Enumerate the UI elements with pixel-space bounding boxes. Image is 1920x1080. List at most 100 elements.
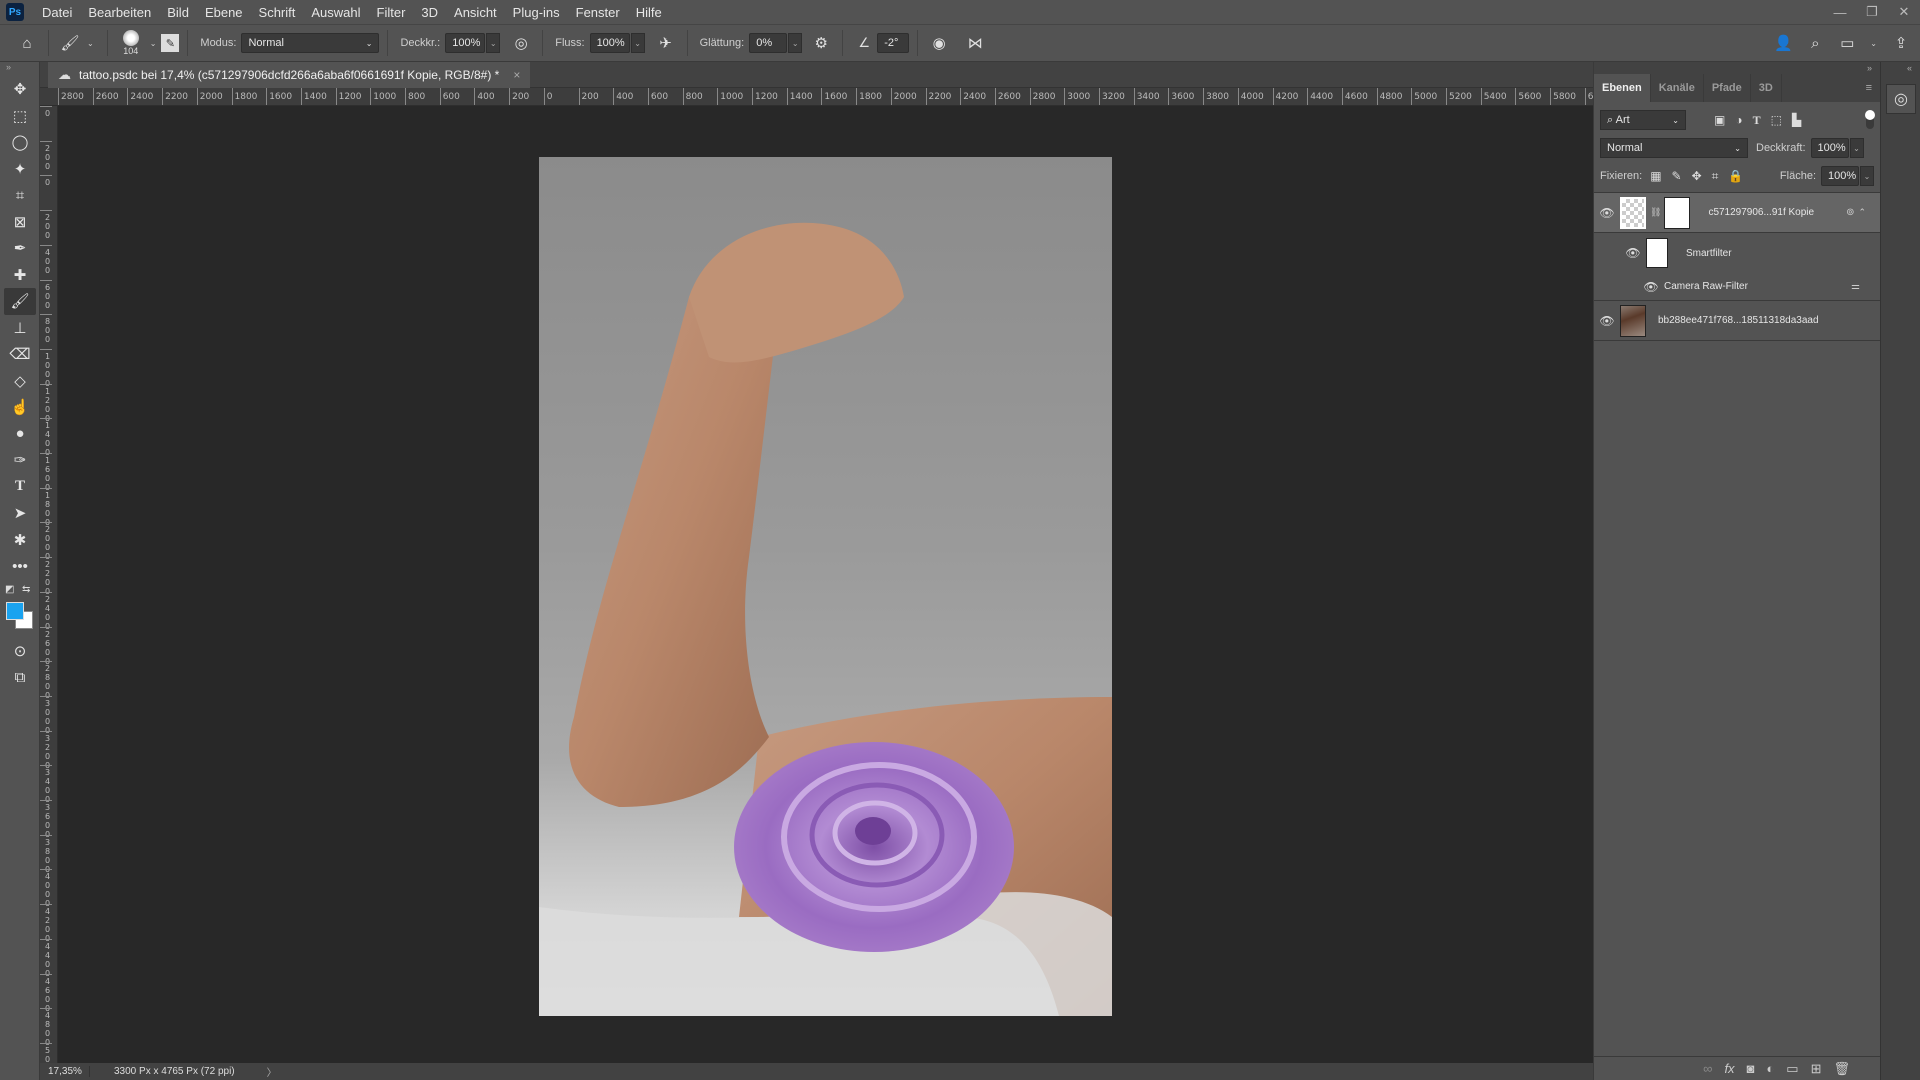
smoothing-input[interactable]: 0% bbox=[749, 33, 788, 53]
brush-tool-preset-icon[interactable]: 🖌 bbox=[57, 30, 83, 56]
marquee-tool-icon[interactable]: ⬚ bbox=[4, 103, 36, 130]
lock-transparency-icon[interactable]: ▦ bbox=[1650, 169, 1661, 184]
canvas-workspace[interactable] bbox=[58, 106, 1593, 1063]
collapse-effects-icon[interactable]: ⌃ bbox=[1858, 207, 1866, 218]
panel-menu-icon[interactable]: ≡ bbox=[1866, 74, 1880, 102]
screen-mode-icon[interactable]: ⧉ bbox=[4, 664, 36, 691]
menu-auswahl[interactable]: Auswahl bbox=[303, 5, 368, 20]
visibility-eye-icon[interactable]: 👁 bbox=[1638, 280, 1664, 294]
vertical-ruler[interactable]: 0 200 0 200 400 600 800 1000 1200 1400 1600 1800 200… bbox=[40, 106, 58, 1063]
link-layers-icon[interactable]: ∞ bbox=[1703, 1061, 1712, 1076]
eraser-tool-icon[interactable]: ⌫ bbox=[4, 341, 36, 368]
document-canvas[interactable] bbox=[539, 157, 1112, 1016]
chevron-down-icon[interactable]: ⌄ bbox=[1870, 39, 1877, 48]
camera-aperture-icon[interactable]: ◎ bbox=[1886, 84, 1916, 114]
move-tool-icon[interactable]: ✥ bbox=[4, 76, 36, 103]
flow-input[interactable]: 100% bbox=[589, 33, 630, 53]
strip-collapse-icon[interactable]: « bbox=[1881, 62, 1920, 74]
smart-filter-mask-thumbnail[interactable] bbox=[1646, 238, 1668, 268]
tab-pfade[interactable]: Pfade bbox=[1704, 74, 1751, 102]
lock-all-icon[interactable]: 🔒 bbox=[1728, 169, 1743, 184]
smoothing-dropdown[interactable]: ⌄ bbox=[788, 33, 803, 53]
visibility-eye-icon[interactable]: 👁 bbox=[1620, 246, 1646, 260]
default-colors-icon[interactable]: ◩ bbox=[5, 584, 14, 595]
visibility-eye-icon[interactable]: 👁 bbox=[1594, 314, 1620, 328]
clone-stamp-tool-icon[interactable]: ⊥ bbox=[4, 315, 36, 342]
close-document-icon[interactable]: × bbox=[513, 68, 520, 82]
menu-hilfe[interactable]: Hilfe bbox=[628, 5, 670, 20]
layer-opacity-dropdown[interactable]: ⌄ bbox=[1849, 138, 1864, 158]
adjustment-layer-filter-icon[interactable]: ◑ bbox=[1735, 113, 1742, 128]
menu-plugins[interactable]: Plug-ins bbox=[505, 5, 568, 20]
custom-shape-tool-icon[interactable]: ✱ bbox=[4, 527, 36, 554]
adjustment-layer-icon[interactable]: ◐ bbox=[1766, 1061, 1774, 1076]
chevron-down-icon[interactable]: ⌄ bbox=[87, 39, 94, 48]
crop-tool-icon[interactable]: ⌗ bbox=[4, 182, 36, 209]
status-menu-arrow[interactable]: 〉 bbox=[267, 1064, 277, 1079]
home-icon[interactable]: ⌂ bbox=[14, 30, 40, 56]
frame-tool-icon[interactable]: ⊠ bbox=[4, 209, 36, 236]
foreground-color-swatch[interactable] bbox=[6, 601, 24, 620]
fill-dropdown[interactable]: ⌄ bbox=[1860, 166, 1874, 186]
share-user-icon[interactable]: 👤 bbox=[1770, 30, 1796, 56]
airbrush-icon[interactable]: ✈ bbox=[653, 30, 679, 56]
search-icon[interactable]: ⌕ bbox=[1802, 30, 1828, 56]
new-layer-icon[interactable]: ⊞ bbox=[1811, 1061, 1822, 1077]
lock-position-icon[interactable]: ✥ bbox=[1692, 169, 1702, 184]
symmetry-butterfly-icon[interactable]: ⋈ bbox=[962, 30, 988, 56]
chevron-down-icon[interactable]: ⌄ bbox=[150, 39, 157, 48]
menu-datei[interactable]: Datei bbox=[34, 5, 80, 20]
type-tool-icon[interactable]: T bbox=[4, 474, 36, 501]
type-layer-filter-icon[interactable]: T bbox=[1753, 113, 1761, 128]
opacity-dropdown[interactable]: ⌄ bbox=[486, 33, 501, 53]
paint-bucket-tool-icon[interactable]: ◇ bbox=[4, 368, 36, 395]
panel-collapse-icon[interactable]: » bbox=[1594, 62, 1880, 74]
layer-filter-select[interactable]: ⌕ Art ⌄ bbox=[1600, 110, 1686, 130]
new-group-icon[interactable]: ▭ bbox=[1786, 1061, 1798, 1077]
healing-brush-tool-icon[interactable]: ✚ bbox=[4, 262, 36, 289]
smudge-tool-icon[interactable]: ☝ bbox=[4, 394, 36, 421]
layer-mask-thumbnail[interactable] bbox=[1664, 196, 1691, 229]
quick-mask-icon[interactable]: ⊙ bbox=[4, 638, 36, 665]
workspace-icon[interactable]: ▭ bbox=[1834, 30, 1860, 56]
add-mask-icon[interactable]: ◙ bbox=[1747, 1061, 1755, 1076]
menu-3d[interactable]: 3D bbox=[413, 5, 446, 20]
layer-opacity-input[interactable]: 100% bbox=[1810, 138, 1849, 158]
smart-object-filter-icon[interactable]: ▙ bbox=[1792, 113, 1801, 128]
lasso-tool-icon[interactable]: ◯ bbox=[4, 129, 36, 156]
opacity-input[interactable]: 100% bbox=[445, 33, 486, 53]
lock-pixels-icon[interactable]: ✎ bbox=[1672, 169, 1682, 184]
mode-select[interactable]: Normal ⌄ bbox=[241, 33, 380, 53]
brush-size-picker[interactable]: 104 bbox=[116, 30, 146, 56]
minimize-button[interactable]: — bbox=[1824, 0, 1856, 24]
filter-blending-options-icon[interactable]: ⚌ bbox=[1851, 281, 1860, 292]
fill-input[interactable]: 100% bbox=[1821, 166, 1859, 186]
blend-mode-select[interactable]: Normal ⌄ bbox=[1600, 138, 1748, 158]
filter-toggle[interactable] bbox=[1865, 110, 1875, 129]
eyedropper-tool-icon[interactable]: ✒ bbox=[4, 235, 36, 262]
brush-settings-panel-icon[interactable]: ✎ bbox=[161, 34, 180, 52]
tab-ebenen[interactable]: Ebenen bbox=[1594, 74, 1651, 102]
filter-row-camera-raw[interactable]: 👁 Camera Raw-Filter ⚌ bbox=[1594, 273, 1880, 301]
visibility-eye-icon[interactable]: 👁 bbox=[1594, 206, 1620, 220]
layer-style-fx-icon[interactable]: fx bbox=[1724, 1061, 1734, 1076]
shape-layer-filter-icon[interactable]: ⬚ bbox=[1771, 113, 1782, 128]
menu-bearbeiten[interactable]: Bearbeiten bbox=[80, 5, 159, 20]
pressure-size-icon[interactable]: ◉ bbox=[926, 30, 952, 56]
close-window-button[interactable]: ✕ bbox=[1888, 0, 1920, 24]
menu-fenster[interactable]: Fenster bbox=[568, 5, 628, 20]
swap-colors-icon[interactable]: ⇆ bbox=[22, 584, 30, 595]
menu-bild[interactable]: Bild bbox=[159, 5, 197, 20]
pixel-layer-filter-icon[interactable]: ▣ bbox=[1714, 113, 1725, 128]
more-tools-icon[interactable]: ••• bbox=[4, 553, 36, 580]
zoom-level[interactable]: 17,35% bbox=[40, 1066, 90, 1077]
brush-tool-icon[interactable]: 🖌 bbox=[4, 288, 36, 315]
document-tab[interactable]: ☁ tattoo.psdc bei 17,4% (c571297906dcfd2… bbox=[48, 62, 531, 88]
collapse-toolbar-icon[interactable]: » bbox=[0, 62, 39, 76]
export-share-icon[interactable]: ⇪ bbox=[1888, 30, 1914, 56]
menu-filter[interactable]: Filter bbox=[369, 5, 414, 20]
tab-kanaele[interactable]: Kanäle bbox=[1651, 74, 1704, 102]
menu-ansicht[interactable]: Ansicht bbox=[446, 5, 505, 20]
menu-schrift[interactable]: Schrift bbox=[251, 5, 304, 20]
tab-3d[interactable]: 3D bbox=[1751, 74, 1782, 102]
